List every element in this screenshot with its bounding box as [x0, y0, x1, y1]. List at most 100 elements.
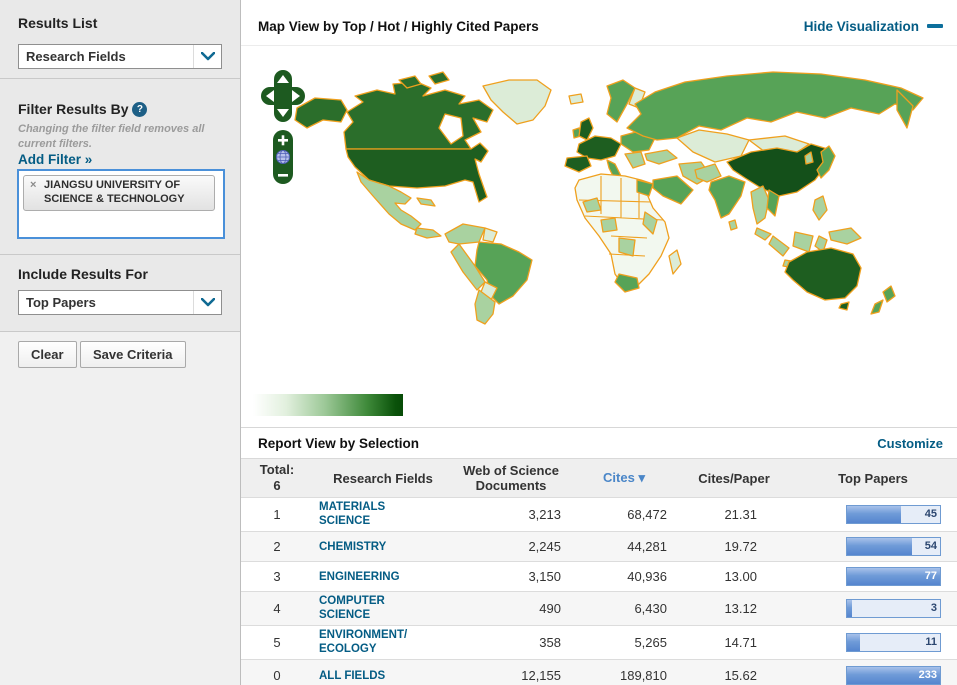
field-link[interactable]: ENGINEERING — [319, 571, 400, 585]
island-shape — [428, 71, 450, 85]
country-shape-canada — [343, 81, 494, 150]
active-filters-box: × JIANGSU UNIVERSITY OF SCIENCE & TECHNO… — [17, 169, 225, 239]
world-map[interactable] — [247, 52, 951, 382]
cites-per-paper-value: 15.62 — [724, 667, 757, 683]
top-papers-value: 3 — [930, 602, 937, 614]
add-filter-link[interactable]: Add Filter » — [18, 152, 92, 167]
country-shape-dr-congo — [618, 237, 636, 257]
filter-tag[interactable]: × JIANGSU UNIVERSITY OF SCIENCE & TECHNO… — [23, 175, 215, 211]
hide-visualization-link[interactable]: Hide Visualization — [804, 19, 943, 34]
cites-value: 189,810 — [620, 667, 667, 683]
cites-per-paper-value: 13.00 — [724, 569, 757, 584]
top-papers-bar: 77 — [846, 567, 941, 586]
results-list-dropdown-value: Research Fields — [26, 49, 126, 64]
results-list-dropdown[interactable]: Research Fields — [18, 44, 222, 69]
world-map-area — [241, 46, 957, 427]
top-papers-value: 77 — [924, 570, 937, 582]
map-region-south-america[interactable] — [444, 223, 533, 325]
map-header-bar: Map View by Top / Hot / Highly Cited Pap… — [241, 0, 957, 46]
row-rank: 0 — [273, 667, 281, 683]
remove-filter-icon[interactable]: × — [30, 179, 36, 193]
country-shape-usa — [345, 142, 489, 203]
esi-map-report-page: Results List Research Fields Filter Resu… — [0, 0, 957, 685]
column-header-wos-documents[interactable]: Web of Science Documents — [453, 463, 569, 493]
table-header-row: Total: 6 Research Fields Web of Science … — [241, 458, 957, 498]
country-shape-saudi-arabia — [652, 175, 694, 205]
row-rank: 1 — [273, 507, 281, 522]
docs-value: 3,213 — [528, 507, 561, 522]
sort-descending-icon: ▾ — [638, 470, 645, 485]
country-shape-balkans — [624, 151, 646, 169]
include-results-heading: Include Results For — [18, 266, 148, 282]
filter-results-heading: Filter Results By? — [18, 101, 148, 117]
country-shape-india — [708, 175, 746, 219]
help-icon[interactable]: ? — [132, 102, 148, 117]
table-row: 0 ALL FIELDS 12,155 189,810 15.62 233 — [241, 660, 957, 685]
include-results-dropdown-value: Top Papers — [26, 295, 96, 310]
report-title: Report View by Selection — [258, 436, 420, 451]
top-papers-bar: 11 — [846, 633, 941, 652]
cites-value: 6,430 — [634, 601, 667, 616]
column-header-top-papers[interactable]: Top Papers — [789, 471, 957, 486]
top-papers-bar: 45 — [846, 505, 941, 524]
sidebar-lower-background — [0, 331, 240, 685]
save-criteria-button[interactable]: Save Criteria — [80, 341, 186, 368]
cites-value: 5,265 — [634, 635, 667, 650]
report-table: Total: 6 Research Fields Web of Science … — [241, 458, 957, 685]
top-papers-value: 11 — [925, 636, 937, 648]
map-region-asia[interactable] — [626, 71, 924, 241]
top-papers-value: 54 — [924, 540, 937, 552]
docs-value: 358 — [539, 635, 561, 650]
customize-link[interactable]: Customize — [877, 436, 943, 451]
country-shape-central-america — [414, 227, 442, 239]
country-shape-colombia-venezuela — [444, 223, 486, 245]
table-row: 4 COMPUTER SCIENCE 490 6,430 13.12 3 — [241, 592, 957, 626]
column-header-cites-per-paper[interactable]: Cites/Paper — [679, 471, 789, 486]
zoom-out-icon — [278, 174, 288, 177]
cites-per-paper-value: 21.31 — [724, 507, 757, 522]
country-shape-sri-lanka — [728, 219, 738, 231]
cites-per-paper-value: 13.12 — [724, 601, 757, 616]
collapse-minus-icon — [927, 24, 943, 28]
country-shape-guyanas — [482, 227, 498, 243]
docs-value: 2,245 — [528, 539, 561, 554]
top-papers-bar: 54 — [846, 537, 941, 556]
visualization-panel: Map View by Top / Hot / Highly Cited Pap… — [241, 0, 957, 685]
country-shape-uk — [578, 117, 594, 141]
top-papers-value: 45 — [924, 508, 937, 520]
map-region-north-america[interactable] — [294, 71, 552, 239]
field-link[interactable]: CHEMISTRY — [319, 541, 386, 555]
country-shape-turkey — [644, 149, 678, 165]
cites-value: 68,472 — [627, 507, 667, 522]
divider — [0, 254, 240, 255]
country-shape-philippines — [812, 195, 828, 221]
country-shape-spain — [564, 155, 592, 173]
row-rank: 5 — [273, 635, 281, 650]
country-shape-myanmar-thailand — [750, 185, 770, 225]
map-pan-control[interactable] — [261, 70, 305, 122]
cites-per-paper-value: 19.72 — [724, 539, 757, 554]
top-papers-value: 233 — [918, 668, 937, 681]
column-header-cites[interactable]: Cites ▾ — [569, 470, 679, 486]
country-shape-sumatra — [768, 235, 790, 257]
country-shape-cuba — [416, 197, 436, 207]
docs-value: 490 — [539, 601, 561, 616]
country-shape-borneo — [792, 231, 814, 253]
filter-tag-label: JIANGSU UNIVERSITY OF SCIENCE & TECHNOLO… — [44, 179, 185, 205]
clear-button[interactable]: Clear — [18, 341, 77, 368]
column-header-research-fields[interactable]: Research Fields — [313, 471, 453, 486]
map-zoom-control[interactable] — [273, 130, 293, 184]
field-link[interactable]: COMPUTER SCIENCE — [319, 595, 413, 623]
report-header-bar: Report View by Selection Customize — [241, 427, 957, 458]
country-shape-greenland — [482, 79, 552, 125]
country-shape-new-guinea — [828, 227, 862, 245]
field-link[interactable]: ALL FIELDS — [319, 670, 385, 684]
field-link[interactable]: ENVIRONMENT/ECOLOGY — [319, 629, 413, 657]
filter-note: Changing the filter field removes all cu… — [18, 123, 205, 150]
map-region-oceania[interactable] — [768, 227, 896, 315]
table-row: 5 ENVIRONMENT/ECOLOGY 358 5,265 14.71 11 — [241, 626, 957, 660]
chevron-down-icon — [193, 291, 221, 314]
field-link[interactable]: MATERIALS SCIENCE — [319, 501, 413, 529]
include-results-dropdown[interactable]: Top Papers — [18, 290, 222, 315]
table-row: 2 CHEMISTRY 2,245 44,281 19.72 54 — [241, 532, 957, 562]
